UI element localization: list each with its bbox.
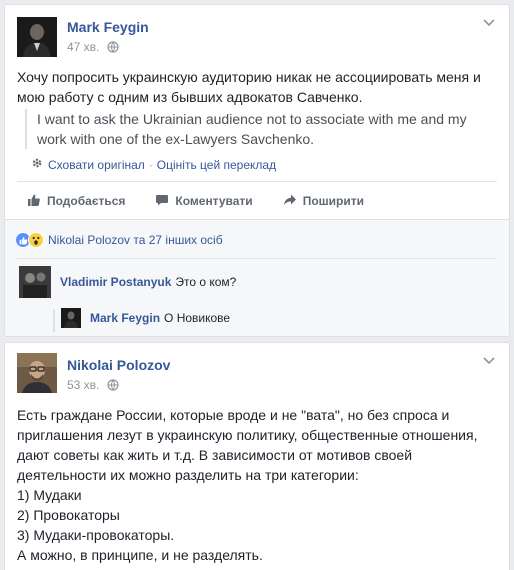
chevron-down-icon[interactable] [483, 19, 495, 27]
speech-bubble-icon [155, 193, 175, 210]
comment-avatar[interactable] [19, 266, 51, 298]
reactions-text: Nikolai Polozov та 27 інших осіб [48, 233, 223, 247]
divider [17, 258, 497, 259]
globe-icon [107, 379, 119, 394]
comment-button[interactable]: Коментувати [155, 189, 253, 213]
post-paragraph: А можно, в принципе, и не разделять. [17, 547, 263, 563]
comment-text: О Новикове [164, 311, 231, 325]
list-item: 1) Мудаки [17, 487, 82, 503]
comment-text: Это о ком? [175, 275, 237, 289]
post-card-nikolai-polozov: Nikolai Polozov 53 хв. Есть граждане Рос… [4, 342, 510, 570]
separator-dot: · [148, 157, 153, 172]
divider [17, 181, 497, 182]
hide-original-link[interactable]: Сховати оригінал [48, 158, 145, 172]
reply-thread-line [53, 310, 55, 332]
comment-item: Vladimir Postanyuk Это о ком? [19, 266, 236, 298]
comment-author[interactable]: Vladimir Postanyuk [60, 275, 171, 289]
timestamp-text: 53 хв. [67, 378, 100, 392]
author-name[interactable]: Nikolai Polozov [67, 357, 170, 373]
chevron-down-icon[interactable] [483, 357, 495, 365]
translation-text: I want to ask the Ukrainian audience not… [25, 109, 487, 149]
comment-label: Коментувати [175, 194, 253, 208]
post-card-mark-feygin: Mark Feygin 47 хв. Хочу попросить украин… [4, 4, 510, 337]
reactions-summary[interactable]: Nikolai Polozov та 27 інших осіб [15, 232, 223, 248]
thumbs-up-icon [27, 193, 47, 210]
list-item: 2) Провокаторы [17, 507, 120, 523]
author-name[interactable]: Mark Feygin [67, 19, 149, 35]
avatar[interactable] [17, 17, 57, 57]
translation-controls: Сховати оригінал · Оцініть цей переклад [31, 157, 276, 172]
share-arrow-icon [283, 193, 303, 210]
avatar[interactable] [17, 353, 57, 393]
post-text: Хочу попросить украинскую аудиторию ника… [17, 69, 481, 105]
post-text: Есть граждане России, которые вроде и не… [17, 405, 503, 565]
timestamp[interactable]: 47 хв. [67, 40, 119, 56]
post-paragraph: Есть граждане России, которые вроде и не… [17, 407, 478, 483]
post-actions: Подобається Коментувати Поширити [17, 189, 497, 213]
like-button[interactable]: Подобається [27, 189, 125, 213]
list-item: 3) Мудаки-провокаторы. [17, 527, 175, 543]
rate-translation-link[interactable]: Оцініть цей переклад [157, 158, 276, 172]
globe-icon [107, 41, 119, 56]
comment-author[interactable]: Mark Feygin [90, 311, 160, 325]
timestamp[interactable]: 53 хв. [67, 378, 119, 394]
comment-avatar[interactable] [61, 308, 81, 328]
gear-icon[interactable] [31, 157, 43, 172]
comment-reply: Mark Feygin О Новикове [61, 308, 230, 328]
like-label: Подобається [47, 194, 126, 208]
comments-section: Nikolai Polozov та 27 інших осіб Vladimi… [5, 219, 509, 336]
timestamp-text: 47 хв. [67, 40, 100, 54]
share-label: Поширити [302, 194, 364, 208]
wow-reaction-icon [28, 232, 44, 248]
share-button[interactable]: Поширити [283, 189, 364, 213]
